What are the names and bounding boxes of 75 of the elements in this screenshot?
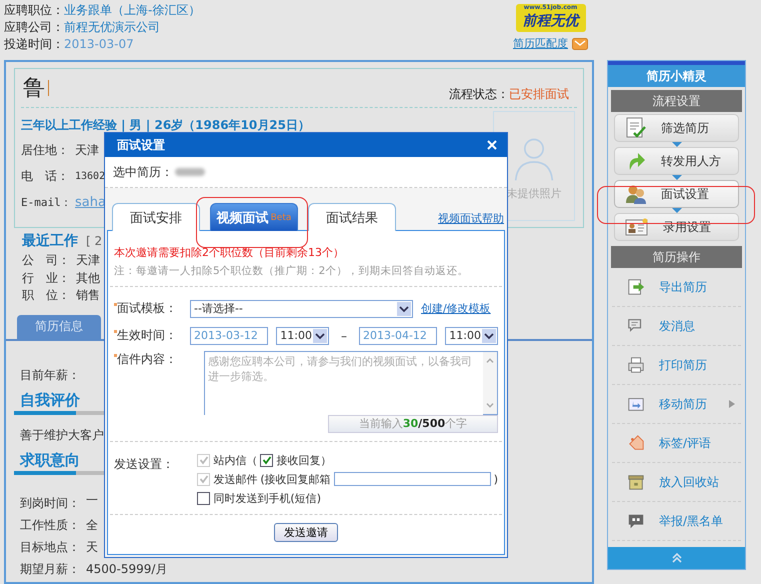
field-label: 应聘公司： <box>4 20 64 34</box>
send-invite-button[interactable]: 发送邀请 <box>274 523 338 542</box>
summary-text: 三年以上工作经验 | 男 | 26岁（1986年10月25日） <box>21 117 311 134</box>
option-label: 同时发送到手机(短信) <box>213 490 321 506</box>
field-label: 信件内容： <box>114 351 182 368</box>
field-label: 投递时间： <box>4 37 64 51</box>
date-text: 2013-03-07 <box>64 37 134 51</box>
field-label: 居住地： <box>21 142 70 158</box>
action-item[interactable]: 发消息 <box>612 307 741 346</box>
option-label: ) <box>494 472 498 486</box>
option-label: (接收回复邮箱 <box>260 472 331 486</box>
field-label: 到岗时间： <box>20 494 80 512</box>
status-text: 流程状态：已安排面试 <box>449 86 569 102</box>
option-label: 发送邮件 <box>213 472 258 486</box>
field-value: 全 <box>86 518 98 532</box>
letter-textarea[interactable]: 感谢您应聘本公司，请参与我们的视频面试，以备我司进一步筛选。 <box>204 351 498 415</box>
field-label: 行 业： <box>22 270 71 287</box>
field-value: 天 <box>86 540 98 554</box>
field-value: 天津 <box>76 252 100 270</box>
field-value: 13602 <box>75 170 106 182</box>
time-dropdown[interactable]: 11:00 <box>276 326 329 344</box>
field-label: 应聘职位： <box>4 3 64 17</box>
action-item[interactable]: 移动简历 <box>612 385 741 424</box>
dialog-tab[interactable]: 面试结果 <box>308 203 396 231</box>
group-header: 简历操作 <box>611 246 742 268</box>
range-separator: – <box>341 328 347 342</box>
self-review-text: 善于维护大客户 <box>20 426 104 444</box>
section-title: 自我评价 <box>20 390 80 410</box>
char-counter: 当前输入30/500个字 <box>328 415 498 433</box>
field-label: 生效时间： <box>114 327 182 344</box>
match-link[interactable]: 简历匹配度 <box>513 36 568 51</box>
dialog-title: 面试设置 <box>117 136 165 154</box>
field-label: 发送设置： <box>114 456 175 473</box>
field-label: 工作性质： <box>20 516 80 534</box>
work-period: [ 2 <box>86 234 102 248</box>
date-field[interactable]: 2013-03-12 <box>190 326 268 344</box>
field-label: 公 司： <box>22 252 71 270</box>
panel-title: 简历小精灵 <box>608 61 745 87</box>
action-item[interactable]: 标签/评语 <box>612 424 741 463</box>
job-link[interactable]: 前程无优演示公司 <box>64 20 160 34</box>
action-item[interactable]: 打印简历 <box>612 346 741 385</box>
field-label: 职 位： <box>22 287 71 304</box>
step-button[interactable]: 筛选简历 <box>614 114 739 142</box>
field-value: 销售 <box>76 287 100 304</box>
candidate-name: 鲁 <box>23 75 45 103</box>
job-link[interactable]: 业务跟单（上海-徐汇区） <box>64 3 200 17</box>
field-label: 目标地点： <box>20 538 80 556</box>
section-title: 求职意向 <box>20 450 80 470</box>
field-label: 面试模板： <box>114 300 182 317</box>
date-field[interactable]: 2013-04-12 <box>359 326 438 344</box>
template-dropdown[interactable]: --请选择-- <box>190 300 413 318</box>
time-dropdown[interactable]: 11:00 <box>445 326 498 344</box>
field-label: E-mail： <box>21 194 73 210</box>
note-text: 注：每邀请一人扣除5个职位数（推广期：2个），到期未回答自动返还。 <box>114 264 470 278</box>
option-label: 接收回复） <box>276 452 332 468</box>
section-title: 最近工作 <box>22 232 78 250</box>
field-label: 目前年薪： <box>20 366 80 384</box>
action-item[interactable]: 导出简历 <box>612 268 741 307</box>
option-label: 站内信（ <box>213 452 258 468</box>
step-button[interactable]: 面试设置 <box>614 180 739 208</box>
resume-tab[interactable]: 简历信息 <box>17 314 101 338</box>
template-link[interactable]: 创建/修改模板 <box>421 301 491 316</box>
dialog-tab[interactable]: 面试安排 <box>112 203 200 231</box>
field-label: 电 话： <box>21 168 70 184</box>
field-label: 期望月薪： <box>20 560 80 578</box>
step-button[interactable]: 转发用人方 <box>614 147 739 175</box>
help-link[interactable]: 视频面试帮助 <box>438 211 504 226</box>
group-header: 流程设置 <box>611 90 742 112</box>
action-item[interactable]: 举报/黑名单 <box>612 502 741 541</box>
field-value: 天津 <box>75 142 99 158</box>
field-label: 选中简历： <box>113 164 173 180</box>
action-item[interactable]: 放入回收站 <box>612 463 741 502</box>
field-value: 其他 <box>76 270 100 287</box>
field-value: 一 <box>86 493 98 507</box>
field-value: 4500-5999/月 <box>86 562 168 576</box>
